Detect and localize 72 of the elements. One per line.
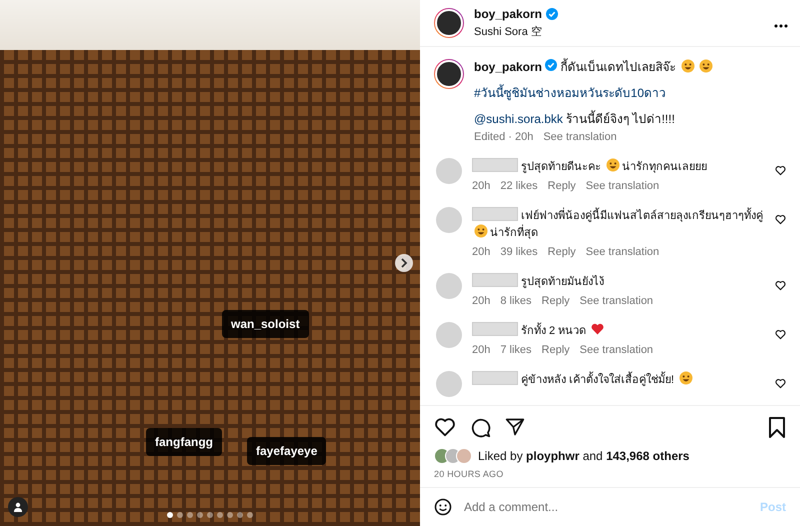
avatar[interactable] — [434, 59, 464, 89]
comment-input[interactable]: Add a comment... — [462, 499, 750, 515]
like-icon[interactable] — [434, 416, 456, 438]
see-translation-link[interactable]: See translation — [580, 294, 654, 309]
bookmark-icon[interactable] — [768, 416, 786, 438]
reply-link[interactable]: Reply — [542, 294, 570, 309]
user-tag[interactable]: wan_soloist — [222, 310, 309, 338]
share-icon[interactable] — [505, 417, 525, 437]
reply-link[interactable]: Reply — [548, 179, 576, 194]
see-translation-link[interactable]: See translation — [543, 130, 617, 145]
carousel-dot[interactable] — [227, 512, 233, 518]
caption-text: ร้านนี้ดีย์จิงๆ ไปด่า!!!! — [566, 112, 675, 126]
emoji-icon — [606, 158, 620, 172]
like-comment-icon[interactable] — [775, 165, 786, 176]
blurred-username — [472, 273, 518, 287]
comment-icon[interactable] — [470, 416, 491, 438]
comment-text: รักทั้ง 2 หนวด — [521, 325, 586, 337]
blurred-username — [472, 158, 518, 172]
comment-time: 20h — [472, 294, 490, 309]
emoji-icon — [699, 59, 714, 73]
like-comment-icon[interactable] — [775, 214, 786, 225]
carousel-dot[interactable] — [247, 512, 253, 518]
like-comment-icon[interactable] — [775, 329, 786, 340]
like-count[interactable]: 39 likes — [500, 245, 538, 260]
like-count[interactable]: 7 likes — [500, 343, 532, 358]
emoji-picker-icon[interactable] — [434, 498, 452, 516]
blurred-username — [472, 207, 518, 221]
see-translation-link[interactable]: See translation — [586, 245, 660, 260]
post-time: 20 HOURS AGO — [434, 469, 504, 479]
comment-text: รูปสุดท้ายดีนะคะ — [521, 161, 601, 173]
emoji-icon — [474, 224, 488, 238]
comment-text: กี้ดันเบ็นเดทไปเลยสิจ๊ะ — [560, 60, 676, 74]
reply-link[interactable]: Reply — [548, 245, 576, 260]
carousel-dot[interactable] — [177, 512, 183, 518]
blurred-username — [472, 322, 518, 336]
emoji-icon — [679, 371, 694, 385]
see-translation-link[interactable]: See translation — [586, 179, 660, 194]
heart-emoji-icon — [591, 323, 604, 335]
comment-text: คู่ข้างหลัง เค้าตั้งใจใส่เสื้อคู่ใช่มั้ย! — [521, 374, 674, 386]
carousel-dot[interactable] — [187, 512, 193, 518]
user-tag[interactable]: fayefayeye — [247, 437, 326, 465]
comment-text: เฟย์ฟางพี่น้องคู่นี้มีแฟนสไตล์สายลุงเกรียนๆฮาๆทั้งคู่ — [521, 210, 763, 222]
like-comment-icon[interactable] — [775, 280, 786, 291]
likes-summary[interactable]: Liked by ployphwr and 143,968 others — [478, 449, 690, 463]
reply-link[interactable]: Reply — [542, 343, 570, 358]
carousel-dot[interactable] — [237, 512, 243, 518]
like-comment-icon[interactable] — [775, 378, 786, 389]
carousel-dot[interactable] — [217, 512, 223, 518]
comment-text: น่ารักที่สุด — [490, 227, 538, 239]
comment-time: 20h — [472, 179, 490, 194]
verified-badge-icon — [546, 8, 558, 20]
chevron-right-icon — [400, 258, 408, 268]
comment-time: 20h — [472, 245, 490, 260]
caption-username[interactable]: boy_pakorn — [474, 60, 542, 74]
username[interactable]: boy_pakorn — [474, 7, 542, 21]
verified-badge-icon — [545, 59, 558, 71]
location-link[interactable]: Sushi Sora 空 — [474, 24, 764, 39]
blurred-username — [472, 371, 518, 385]
carousel-dot[interactable] — [207, 512, 213, 518]
comment-time: 20h — [472, 343, 490, 358]
like-count[interactable]: 8 likes — [500, 294, 532, 309]
hashtag-link[interactable]: #วันนี้ซูชิมันช่างหอมหวันระดับ10ดาว — [474, 86, 786, 101]
see-translation-link[interactable]: See translation — [580, 343, 654, 358]
comment-text: รูปสุดท้ายมันยังไง้ — [521, 276, 604, 288]
like-count[interactable]: 22 likes — [500, 179, 538, 194]
comment-text: น่ารักทุกคนเลยยย — [622, 161, 708, 173]
edited-time: Edited · 20h — [474, 130, 534, 145]
mention-link[interactable]: @sushi.sora.bkk — [474, 112, 563, 126]
user-tag[interactable]: fangfangg — [146, 428, 222, 456]
emoji-icon — [681, 59, 696, 73]
avatar[interactable] — [434, 8, 464, 38]
carousel-dot[interactable] — [197, 512, 203, 518]
